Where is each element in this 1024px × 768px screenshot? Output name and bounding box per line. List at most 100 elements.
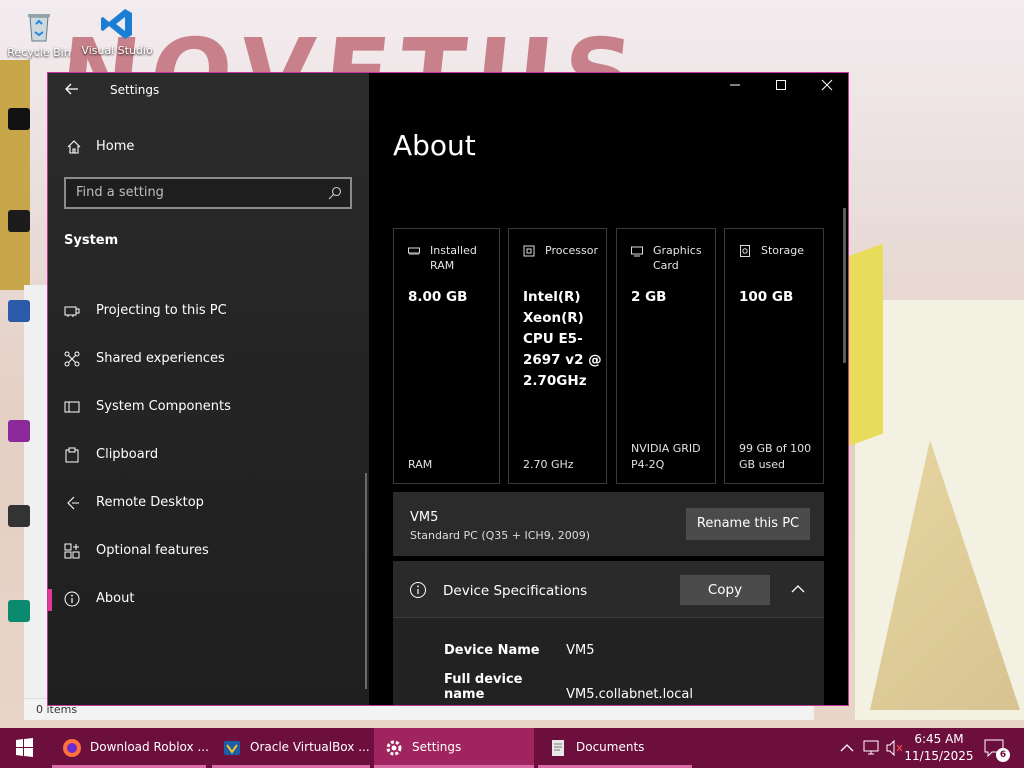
app-title: Settings <box>110 83 160 97</box>
settings-search-input[interactable]: Find a setting <box>64 177 352 209</box>
back-button[interactable] <box>62 81 82 99</box>
info-icon <box>64 591 80 607</box>
device-spec-key: Full device name <box>444 672 523 702</box>
graphics-card-icon <box>631 246 643 257</box>
sidebar-item-label: About <box>96 591 135 606</box>
search-icon <box>328 186 342 200</box>
desktop-left-strip <box>0 100 48 720</box>
pc-name: VM5 <box>410 510 439 525</box>
sidebar-item-projecting[interactable]: Projecting to this PC <box>48 291 366 331</box>
maximize-button[interactable] <box>758 79 804 103</box>
epic-games-icon[interactable] <box>8 108 30 130</box>
system-components-icon <box>64 401 80 413</box>
nav-section-heading: System <box>64 233 119 248</box>
device-spec-row: Full device name VM5.collabnet.local <box>444 672 693 702</box>
sidebar-item-shared-experiences[interactable]: Shared experiences <box>48 339 366 379</box>
spec-card-storage: Storage 100 GB 99 GB of 100 GB used <box>724 228 824 484</box>
sidebar-item-label: Clipboard <box>96 447 159 462</box>
app-shortcut-icon[interactable] <box>8 505 30 527</box>
taskbar-item-label: Oracle VirtualBox ... <box>250 740 370 754</box>
pc-model: Standard PC (Q35 + ICH9, 2009) <box>410 529 590 542</box>
nav-home[interactable]: Home <box>64 137 344 159</box>
desktop-icon-label: Recycle Bin <box>7 46 71 59</box>
search-placeholder: Find a setting <box>76 185 164 200</box>
wallpaper-shape <box>848 243 883 447</box>
visual-studio-icon <box>99 6 135 42</box>
spec-card-value: 2 GB <box>631 289 667 305</box>
device-specifications-title: Device Specifications <box>443 583 588 599</box>
sidebar-item-clipboard[interactable]: Clipboard <box>48 435 366 475</box>
minimize-button[interactable] <box>712 79 758 103</box>
spec-card-label: Processor <box>545 244 598 257</box>
nav-home-label: Home <box>96 139 135 154</box>
sidebar-item-label: Shared experiences <box>96 351 225 366</box>
nav-scrollbar[interactable] <box>365 473 367 689</box>
app-shortcut-icon[interactable] <box>8 420 30 442</box>
virtualbox-icon <box>224 741 240 755</box>
back-arrow-icon <box>65 83 78 95</box>
spec-card-label: Graphics Card <box>653 244 702 272</box>
spec-card-value: 8.00 GB <box>408 289 468 305</box>
spec-card-processor: Processor Intel(R) Xeon(R) CPU E5-2697 v… <box>508 228 607 484</box>
spec-card-sub: RAM <box>408 458 433 471</box>
spec-card-label: Installed RAM <box>430 244 477 272</box>
spec-card-sub: NVIDIA GRID P4-2Q <box>631 442 701 471</box>
device-specifications-header[interactable]: Device Specifications Copy <box>393 561 824 618</box>
app-shortcut-icon[interactable] <box>8 210 30 232</box>
sidebar-item-remote-desktop[interactable]: Remote Desktop <box>48 483 366 523</box>
page-title: About <box>393 129 476 162</box>
network-icon[interactable] <box>861 728 881 768</box>
sidebar-item-optional-features[interactable]: Optional features <box>48 531 366 571</box>
rename-pc-button[interactable]: Rename this PC <box>686 508 810 540</box>
taskbar-item-documents[interactable]: Documents <box>538 728 692 768</box>
spec-cards: Installed RAM 8.00 GB RAM Processor Inte… <box>393 228 824 484</box>
taskbar-clock[interactable]: 6:45 AM 11/15/2025 <box>904 731 974 765</box>
settings-content: About Installed RAM 8.00 GB RAM Processo… <box>369 73 848 705</box>
taskbar-item-label: Documents <box>576 740 645 754</box>
close-button[interactable] <box>804 79 848 103</box>
chevron-up-icon[interactable] <box>788 579 808 599</box>
sidebar-item-label: Projecting to this PC <box>96 303 227 318</box>
content-scrollbar[interactable] <box>843 208 846 363</box>
start-button[interactable] <box>0 728 48 768</box>
settings-window: Settings Home Find a setting System Proj… <box>47 72 849 706</box>
clock-time: 6:45 AM <box>914 732 964 746</box>
taskbar-item-virtualbox[interactable]: Oracle VirtualBox ... <box>212 728 370 768</box>
minimize-icon <box>730 84 740 86</box>
app-shortcut-icon[interactable] <box>8 300 30 322</box>
device-spec-value: VM5 <box>566 643 595 658</box>
spec-card-label: Storage <box>761 244 805 257</box>
sidebar-item-system-components[interactable]: System Components <box>48 387 366 427</box>
clipboard-icon <box>65 447 79 463</box>
copy-button[interactable]: Copy <box>680 575 770 605</box>
title-bar: Settings <box>48 73 369 107</box>
projector-icon <box>64 306 80 317</box>
desktop-icon-visual-studio[interactable]: Visual Studio <box>78 6 156 57</box>
taskbar-item-firefox[interactable]: Download Roblox ... <box>52 728 209 768</box>
optional-features-icon <box>64 543 80 559</box>
device-spec-row: Device Name VM5 <box>444 643 595 658</box>
device-spec-value: VM5.collabnet.local <box>566 687 693 702</box>
notification-center-button[interactable]: 6 <box>982 736 1010 762</box>
documents-icon <box>552 740 564 756</box>
spec-card-value: 100 GB <box>739 289 794 305</box>
taskbar: Download Roblox ... Oracle VirtualBox ..… <box>0 728 1024 768</box>
spec-card-sub: 99 GB of 100 GB used <box>739 442 812 471</box>
show-hidden-icons-chevron-icon[interactable] <box>838 728 856 768</box>
taskbar-item-settings[interactable]: Settings <box>374 728 534 768</box>
settings-nav-pane: Settings Home Find a setting System Proj… <box>48 73 369 705</box>
close-icon <box>821 79 833 91</box>
volume-muted-icon[interactable] <box>884 728 904 768</box>
sidebar-item-about[interactable]: About <box>48 579 366 619</box>
clock-date: 11/15/2025 <box>904 749 974 763</box>
recycle-bin-icon <box>21 8 57 44</box>
pc-info-panel: VM5 Standard PC (Q35 + ICH9, 2009) Renam… <box>393 492 824 556</box>
device-spec-key: Device Name <box>444 643 540 658</box>
maximize-icon <box>776 80 786 90</box>
taskbar-item-label: Download Roblox ... <box>90 740 209 754</box>
firefox-icon <box>63 739 81 757</box>
app-shortcut-icon[interactable] <box>8 600 30 622</box>
sidebar-item-label: System Components <box>96 399 231 414</box>
desktop-icon-recycle-bin[interactable]: Recycle Bin <box>0 8 78 59</box>
info-icon <box>410 582 426 598</box>
